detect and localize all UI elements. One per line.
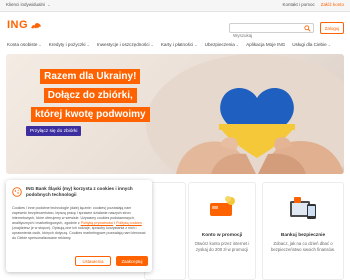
card-title: Konto w promocji xyxy=(201,233,243,238)
lion-logo-icon xyxy=(31,22,42,28)
segment-selector[interactable]: Klienci indywidualni ⌄ xyxy=(6,2,51,8)
chevron-down-icon: ⌄ xyxy=(327,42,332,47)
main-nav: Konta osobiste⌄ Kredyty i pożyczki⌄ Inwe… xyxy=(0,42,350,52)
nav-item-uslugi[interactable]: Usługi dla Ciebie⌄ xyxy=(292,42,331,52)
chevron-down-icon: ⌄ xyxy=(86,42,90,47)
nav-item-inwestycje[interactable]: Inwestycje i oszczędności⌄ xyxy=(97,42,154,52)
card-safe-banking[interactable]: Bankuj bezpiecznie Zobacz, jak na co dzi… xyxy=(262,182,344,280)
nav-item-kredyty[interactable]: Kredyty i pożyczki⌄ xyxy=(49,42,90,52)
hero-line-3: której kwotę podwoimy xyxy=(31,107,150,122)
cookie-consent-dialog: ING Bank Śląski (my) korzysta z cookies … xyxy=(6,180,152,272)
ing-logo[interactable]: ING xyxy=(7,19,42,31)
hero-line-2: Dołącz do zbiórki, xyxy=(43,88,137,103)
nav-label: Usługi dla Ciebie xyxy=(292,42,327,47)
page: Klienci indywidualni ⌄ Kontakt i pomoc Za… xyxy=(0,0,350,280)
nav-item-ubezpieczenia[interactable]: Ubezpieczenia⌄ xyxy=(205,42,240,52)
nav-label: Ubezpieczenia xyxy=(204,42,235,47)
nav-item-aplikacja[interactable]: Aplikacja Moje ING xyxy=(246,42,285,52)
cookie-settings-button[interactable]: Ustawienia xyxy=(75,256,111,266)
chevron-down-icon: ⌄ xyxy=(150,42,154,47)
cookie-body: Cookies i inne podobne technologie (dale… xyxy=(12,206,146,241)
open-account-link[interactable]: Załóż konto xyxy=(321,2,344,7)
join-fundraiser-button[interactable]: Przyłącz się do zbiórki xyxy=(26,126,82,136)
phone-with-lock-icon xyxy=(290,197,316,219)
nav-label: Kredyty i pożyczki xyxy=(48,42,86,47)
top-bar: Klienci indywidualni ⌄ Kontakt i pomoc Za… xyxy=(0,0,350,12)
search-icon[interactable] xyxy=(304,25,311,32)
contact-link[interactable]: Kontakt i pomoc xyxy=(282,2,314,7)
card-with-coins-icon xyxy=(210,196,235,216)
hero-line-1: Razem dla Ukrainy! xyxy=(40,69,141,84)
hero-headline: Razem dla Ukrainy! Dołącz do zbiórki, kt… xyxy=(31,66,150,123)
top-links: Kontakt i pomoc Załóż konto xyxy=(282,2,344,7)
nav-label: Aplikacja Moje ING xyxy=(246,42,286,47)
chevron-down-icon: ⌄ xyxy=(194,42,198,47)
cookie-accept-button[interactable]: Zaakceptuj xyxy=(116,256,148,266)
logo-text: ING xyxy=(7,19,29,31)
cookie-body-text: (znajdziesz je w stopce). Opisują one ic… xyxy=(12,226,146,240)
nav-label: Konta osobiste xyxy=(7,42,38,47)
nav-item-karty[interactable]: Karty i płatności⌄ xyxy=(161,42,198,52)
search-box[interactable] xyxy=(229,23,314,40)
cookie-policy-link[interactable]: Polityką cookies xyxy=(116,221,142,225)
privacy-policy-link[interactable]: Polityką prywatności xyxy=(81,221,114,225)
card-promo-account[interactable]: Konto w promocji Otwórz konto przez inte… xyxy=(188,182,256,280)
card-text: Otwórz konto przez internet i zyskaj do … xyxy=(194,241,250,252)
nav-item-konta-osobiste[interactable]: Konta osobiste⌄ xyxy=(7,42,42,52)
search-input[interactable] xyxy=(230,31,302,40)
chevron-down-icon: ⌄ xyxy=(235,42,240,47)
hero-banner[interactable]: Razem dla Ukrainy! Dołącz do zbiórki, kt… xyxy=(6,54,344,174)
segment-label: Klienci indywidualni xyxy=(6,2,46,7)
nav-label: Karty i płatności xyxy=(160,42,194,47)
header: ING Zaloguj xyxy=(0,12,350,42)
card-text: Zobacz, jak na co dzień dbać o bezpiecze… xyxy=(270,241,335,252)
chevron-down-icon: ⌄ xyxy=(38,42,42,47)
cookie-title: ING Bank Śląski (my) korzysta z cookies … xyxy=(26,186,133,197)
cookie-icon xyxy=(12,187,22,197)
chevron-down-icon: ⌄ xyxy=(47,2,51,7)
card-title: Bankuj bezpiecznie xyxy=(280,233,326,238)
login-button[interactable]: Zaloguj xyxy=(320,22,344,34)
nav-label: Inwestycje i oszczędności xyxy=(96,42,150,47)
